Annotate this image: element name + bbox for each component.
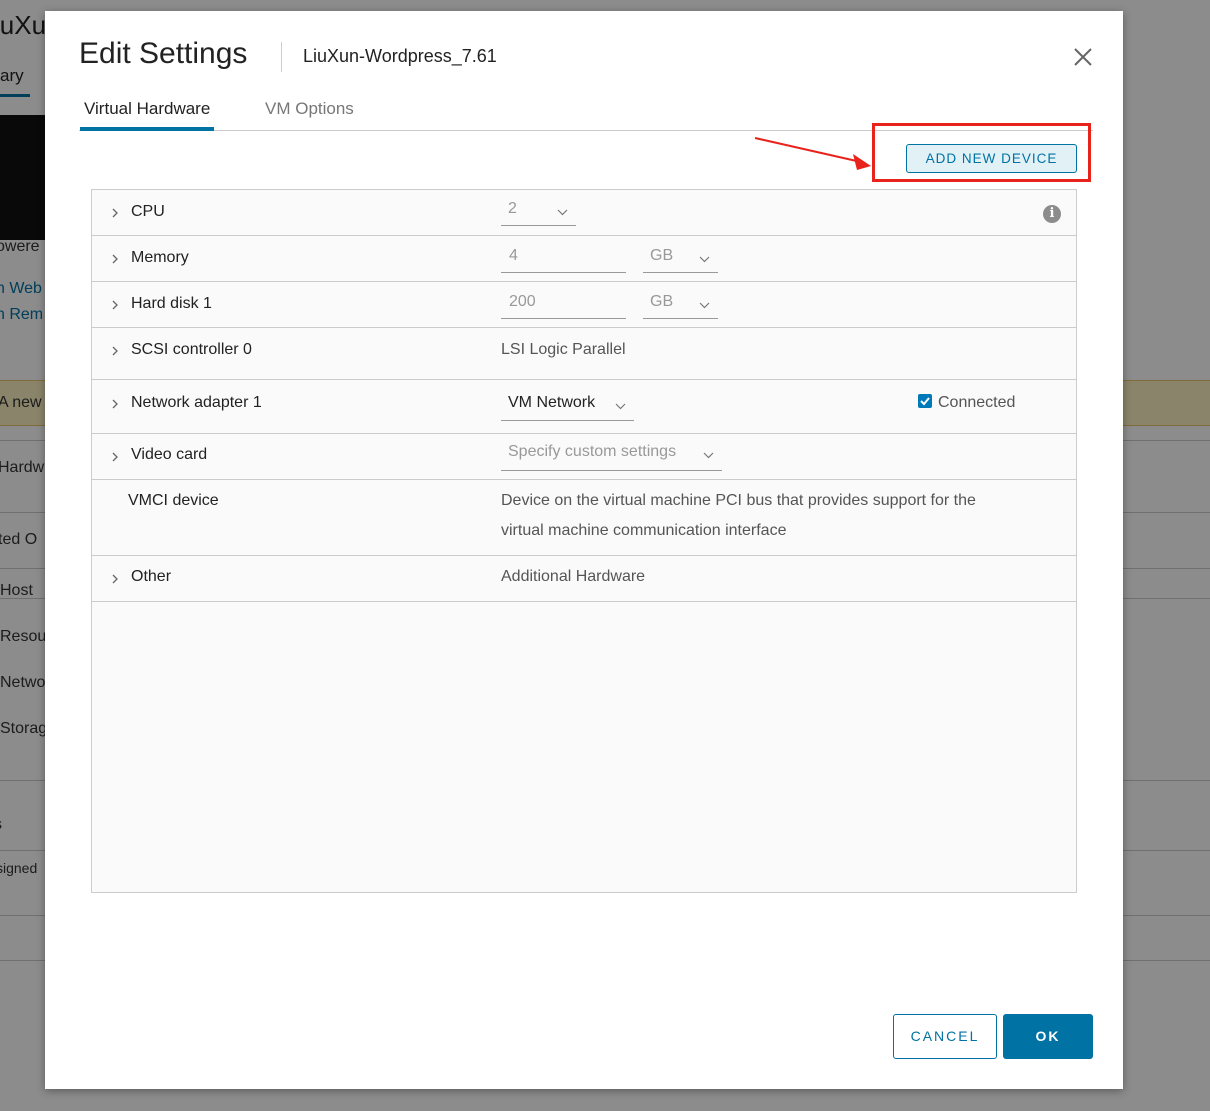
edit-settings-dialog: Edit Settings LiuXun-Wordpress_7.61 Virt… xyxy=(45,11,1123,1089)
hardware-row-memory: Memory 4 GB xyxy=(92,236,1076,282)
row-label: SCSI controller 0 xyxy=(131,341,252,358)
hardware-row-vmci: VMCI device Device on the virtual machin… xyxy=(92,480,1076,556)
chevron-down-icon xyxy=(703,452,714,459)
row-label: CPU xyxy=(131,203,165,220)
dialog-vm-name: LiuXun-Wordpress_7.61 xyxy=(303,46,497,66)
other-value: Additional Hardware xyxy=(501,568,646,585)
chevron-right-icon[interactable] xyxy=(110,346,120,356)
scsi-type-value: LSI Logic Parallel xyxy=(501,341,626,358)
close-icon[interactable] xyxy=(1071,45,1095,69)
info-icon[interactable]: i xyxy=(1043,205,1061,223)
memory-unit-value: GB xyxy=(650,247,674,264)
chevron-right-icon[interactable] xyxy=(110,300,120,310)
hardware-row-network-adapter: Network adapter 1 VM Network Connected xyxy=(92,380,1076,434)
hardware-row-hard-disk: Hard disk 1 200 GB xyxy=(92,282,1076,328)
memory-unit-select[interactable]: GB xyxy=(643,247,718,273)
row-label: Memory xyxy=(131,249,189,266)
vmci-description-line2: virtual machine communication interface xyxy=(501,522,787,539)
chevron-right-icon[interactable] xyxy=(110,452,120,462)
tab-virtual-hardware[interactable]: Virtual Hardware xyxy=(80,99,215,131)
connected-checkbox[interactable] xyxy=(918,394,932,408)
row-label: Video card xyxy=(131,446,208,463)
hardware-grid: CPU 2 i Memory 4 GB Hard disk 1 200 GB S… xyxy=(91,189,1077,893)
chevron-right-icon[interactable] xyxy=(110,399,120,409)
hard-disk-size-input[interactable]: 200 xyxy=(501,293,626,319)
hardware-row-scsi: SCSI controller 0 LSI Logic Parallel xyxy=(92,328,1076,380)
title-divider xyxy=(281,42,282,72)
connected-label: Connected xyxy=(938,394,1016,411)
chevron-down-icon xyxy=(699,256,710,263)
cpu-select-value: 2 xyxy=(508,200,517,217)
ok-button[interactable]: OK xyxy=(1003,1014,1093,1059)
chevron-right-icon[interactable] xyxy=(110,574,120,584)
tab-vm-options[interactable]: VM Options xyxy=(261,99,358,128)
row-label: Network adapter 1 xyxy=(131,394,262,411)
hardware-row-video-card: Video card Specify custom settings xyxy=(92,434,1076,480)
hardware-row-cpu: CPU 2 i xyxy=(92,190,1076,236)
vmci-description-line1: Device on the virtual machine PCI bus th… xyxy=(501,492,976,509)
chevron-down-icon xyxy=(699,302,710,309)
network-select-value: VM Network xyxy=(508,394,596,411)
row-label: VMCI device xyxy=(128,492,219,509)
memory-input[interactable]: 4 xyxy=(501,247,626,273)
row-label: Other xyxy=(131,568,172,585)
video-card-select-value: Specify custom settings xyxy=(508,443,677,460)
hard-disk-unit-select[interactable]: GB xyxy=(643,293,718,319)
checkmark-icon xyxy=(920,397,930,406)
dialog-title: Edit Settings xyxy=(79,37,248,70)
hardware-row-other: Other Additional Hardware xyxy=(92,556,1076,602)
chevron-down-icon xyxy=(615,403,626,410)
hard-disk-unit-value: GB xyxy=(650,293,674,310)
video-card-select[interactable]: Specify custom settings xyxy=(501,443,722,471)
chevron-down-icon xyxy=(557,209,568,216)
annotation-arrow-icon xyxy=(754,137,871,170)
row-label: Hard disk 1 xyxy=(131,295,212,312)
chevron-right-icon[interactable] xyxy=(110,254,120,264)
cancel-button[interactable]: CANCEL xyxy=(893,1014,997,1059)
cpu-select[interactable]: 2 xyxy=(501,200,576,226)
network-select[interactable]: VM Network xyxy=(501,394,634,421)
add-new-device-button[interactable]: ADD NEW DEVICE xyxy=(906,144,1077,173)
chevron-right-icon[interactable] xyxy=(110,208,120,218)
